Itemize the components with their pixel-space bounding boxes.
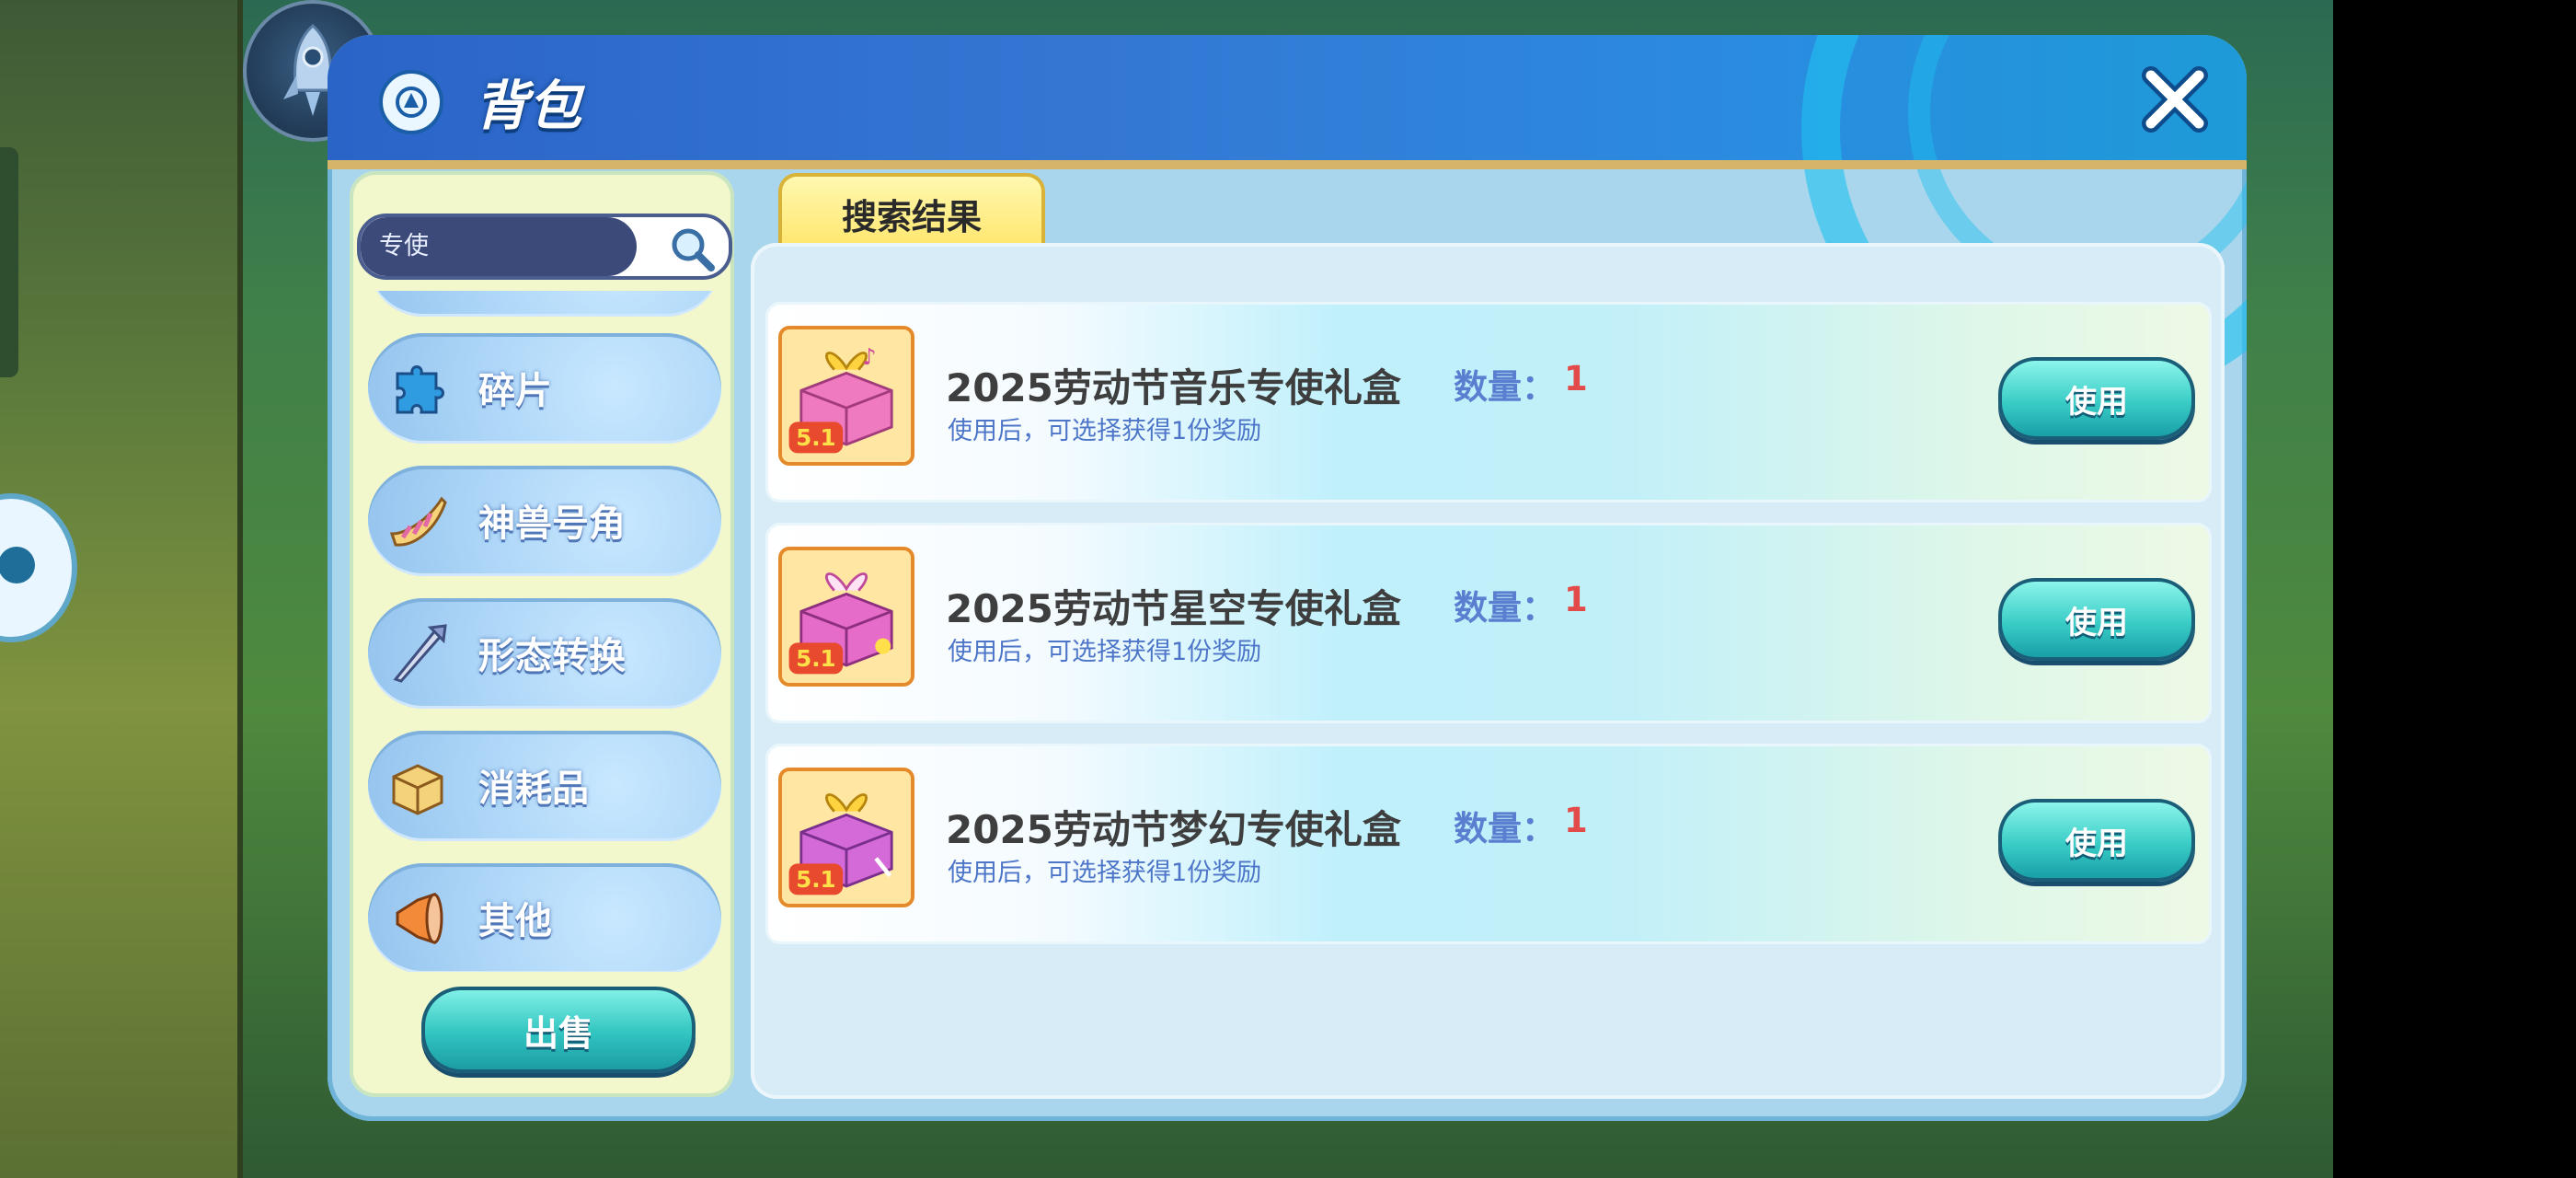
close-button[interactable] xyxy=(2134,59,2215,140)
header-stripe xyxy=(328,160,2247,169)
item-name: 2025劳动节音乐专使礼盒 xyxy=(946,365,1401,410)
category-label: 形态转换 xyxy=(478,635,626,677)
use-button[interactable]: 使用 xyxy=(1998,357,2195,440)
backpack-panel: 背包 专使 碎片 神兽号角 形态转换 消耗品 其他 出售 搜索结果 ♪ 5.1 … xyxy=(328,35,2247,1121)
tab-label: 搜索结果 xyxy=(841,196,982,237)
item-name: 2025劳动节梦幻专使礼盒 xyxy=(946,807,1401,852)
gift-box-icon: 5.1 xyxy=(778,768,914,907)
item-badge: 5.1 xyxy=(796,866,836,893)
item-quantity-label: 数量： xyxy=(1454,809,1556,849)
item-quantity-label: 数量： xyxy=(1454,367,1556,407)
category-list: 碎片 神兽号角 形态转换 消耗品 其他 xyxy=(362,291,721,972)
category-label: 碎片 xyxy=(478,370,552,412)
item-quantity-label: 数量： xyxy=(1454,588,1556,628)
use-button[interactable]: 使用 xyxy=(1998,799,2195,882)
category-label: 消耗品 xyxy=(478,768,589,810)
left-side-tab[interactable] xyxy=(0,147,18,377)
close-icon xyxy=(2142,66,2208,133)
use-button-label: 使用 xyxy=(2065,383,2128,421)
category-label: 神兽号角 xyxy=(478,502,626,545)
megaphone-icon xyxy=(396,892,443,945)
sell-button-label: 出售 xyxy=(523,1012,593,1054)
page-title: 背包 xyxy=(475,75,582,137)
panel-header: 背包 xyxy=(328,35,2247,407)
list-item: 5.1 2025劳动节梦幻专使礼盒 数量： 1 使用后，可选择获得1份奖励 使用 xyxy=(765,744,2212,944)
list-item: 5.1 2025劳动节星空专使礼盒 数量： 1 使用后，可选择获得1份奖励 使用 xyxy=(765,523,2212,723)
tab-search-results[interactable]: 搜索结果 xyxy=(778,173,1045,250)
category-item-consumables[interactable]: 消耗品 xyxy=(368,731,721,841)
category-item-horn[interactable]: 神兽号角 xyxy=(368,466,721,576)
gift-box-icon: ♪ 5.1 xyxy=(778,326,914,466)
svg-text:♪: ♪ xyxy=(862,343,877,370)
item-quantity: 1 xyxy=(1564,359,1588,398)
item-name: 2025劳动节星空专使礼盒 xyxy=(946,586,1401,631)
use-button-label: 使用 xyxy=(2065,825,2128,862)
category-item-hidden[interactable] xyxy=(368,291,721,317)
box-icon xyxy=(392,764,443,815)
item-description: 使用后，可选择获得1份奖励 xyxy=(948,859,1262,887)
category-label: 其他 xyxy=(478,900,552,942)
right-blank-area xyxy=(2333,0,2576,1178)
search-box[interactable]: 专使 xyxy=(357,214,732,280)
use-button[interactable]: 使用 xyxy=(1998,578,2195,661)
puzzle-icon xyxy=(396,365,444,414)
gift-box-icon: 5.1 xyxy=(778,547,914,687)
item-badge: 5.1 xyxy=(796,645,836,672)
item-quantity: 1 xyxy=(1564,580,1588,619)
search-input[interactable]: 专使 xyxy=(361,217,637,276)
search-icon[interactable] xyxy=(666,223,718,274)
category-sidebar: 专使 碎片 神兽号角 形态转换 消耗品 其他 出售 xyxy=(350,171,734,1097)
horn-icon xyxy=(389,496,447,547)
item-quantity: 1 xyxy=(1564,801,1588,840)
item-description: 使用后，可选择获得1份奖励 xyxy=(948,638,1262,666)
item-description: 使用后，可选择获得1份奖励 xyxy=(948,417,1262,445)
arrow-icon xyxy=(393,624,447,683)
category-item-transform[interactable]: 形态转换 xyxy=(368,598,721,709)
item-badge: 5.1 xyxy=(796,424,836,451)
category-item-other[interactable]: 其他 xyxy=(368,863,721,972)
use-button-label: 使用 xyxy=(2065,604,2128,641)
list-item: ♪ 5.1 2025劳动节音乐专使礼盒 数量： 1 使用后，可选择获得1份奖励 … xyxy=(765,302,2212,502)
category-item-fragments[interactable]: 碎片 xyxy=(368,333,721,444)
sell-button[interactable]: 出售 xyxy=(421,987,696,1073)
backpack-logo-icon xyxy=(379,70,443,134)
item-list: ♪ 5.1 2025劳动节音乐专使礼盒 数量： 1 使用后，可选择获得1份奖励 … xyxy=(751,243,2225,1099)
